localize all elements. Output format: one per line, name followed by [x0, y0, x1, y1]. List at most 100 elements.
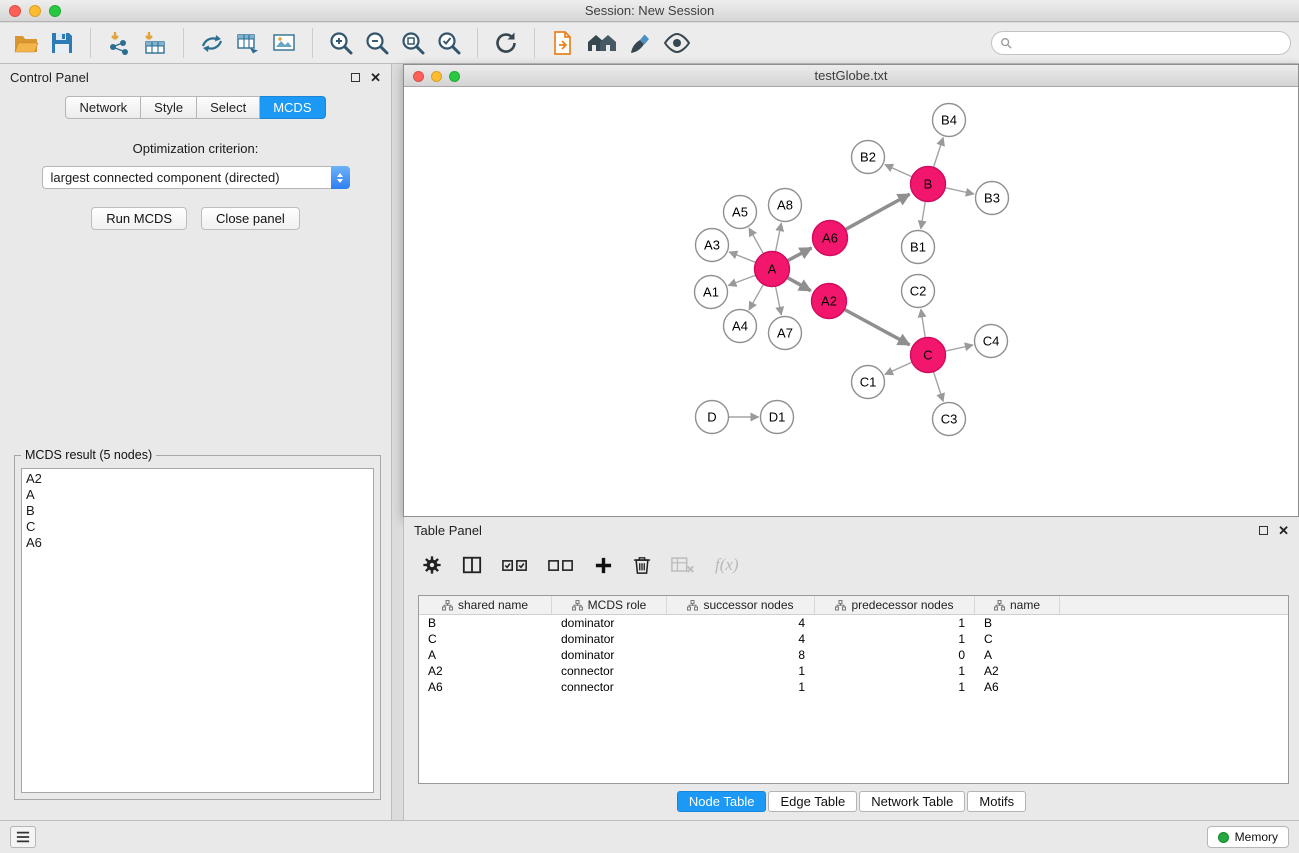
table-cell[interactable]: 1: [815, 680, 975, 694]
network-edge[interactable]: [749, 228, 763, 253]
column-header[interactable]: MCDS role: [552, 596, 667, 614]
table-cell[interactable]: connector: [552, 664, 667, 678]
delete-column-icon[interactable]: [633, 555, 651, 575]
tab-select[interactable]: Select: [197, 96, 260, 119]
table-cell[interactable]: A: [975, 648, 1060, 662]
network-canvas-svg[interactable]: B4B2BB3A5A8A6B1A3AC2A1A2A4A7CC4C1C3DD1: [404, 87, 1298, 516]
network-node-A3[interactable]: A3: [696, 229, 729, 262]
tab-network[interactable]: Network: [65, 96, 141, 119]
network-edge[interactable]: [946, 345, 973, 351]
tab-network-table[interactable]: Network Table: [859, 791, 965, 812]
open-session-icon[interactable]: [11, 28, 41, 58]
tab-edge-table[interactable]: Edge Table: [768, 791, 857, 812]
network-node-A4[interactable]: A4: [724, 310, 757, 343]
task-history-button[interactable]: [10, 826, 36, 848]
zoom-network-window-button[interactable]: [449, 71, 460, 82]
close-window-button[interactable]: [9, 5, 21, 17]
table-cell[interactable]: A6: [975, 680, 1060, 694]
mcds-result-item[interactable]: B: [22, 503, 373, 519]
minimize-window-button[interactable]: [29, 5, 41, 17]
search-box[interactable]: [991, 31, 1291, 55]
network-node-D1[interactable]: D1: [761, 401, 794, 434]
network-edge[interactable]: [885, 165, 912, 177]
new-table-icon[interactable]: [233, 28, 263, 58]
table-row[interactable]: A6connector11A6: [419, 679, 1288, 695]
zoom-out-icon[interactable]: [362, 28, 392, 58]
table-cell[interactable]: dominator: [552, 632, 667, 646]
select-all-icon[interactable]: [502, 558, 528, 573]
table-cell[interactable]: 0: [815, 648, 975, 662]
network-node-C2[interactable]: C2: [902, 275, 935, 308]
close-panel-icon[interactable]: ✕: [370, 71, 381, 84]
network-edge[interactable]: [729, 252, 755, 262]
column-header[interactable]: shared name: [419, 596, 552, 614]
tab-node-table[interactable]: Node Table: [677, 791, 767, 812]
float-panel-icon[interactable]: [351, 73, 360, 82]
mcds-result-item[interactable]: C: [22, 519, 373, 535]
network-edge[interactable]: [846, 194, 910, 229]
close-table-panel-icon[interactable]: ✕: [1278, 524, 1289, 537]
node-table[interactable]: shared nameMCDS rolesuccessor nodesprede…: [418, 595, 1289, 784]
network-node-A[interactable]: A: [755, 252, 790, 287]
table-row[interactable]: Cdominator41C: [419, 631, 1288, 647]
table-row[interactable]: Adominator80A: [419, 647, 1288, 663]
table-cell[interactable]: B: [975, 616, 1060, 630]
network-node-A6[interactable]: A6: [813, 221, 848, 256]
style-brush-icon[interactable]: [626, 28, 656, 58]
search-input[interactable]: [1017, 36, 1282, 50]
table-cell[interactable]: 1: [815, 616, 975, 630]
table-cell[interactable]: 8: [667, 648, 815, 662]
zoom-in-icon[interactable]: [326, 28, 356, 58]
table-cell[interactable]: 4: [667, 616, 815, 630]
table-cell[interactable]: dominator: [552, 616, 667, 630]
optimization-dropdown[interactable]: largest connected component (directed): [42, 166, 350, 189]
table-cell[interactable]: B: [419, 616, 552, 630]
table-cell[interactable]: 1: [667, 664, 815, 678]
network-edge[interactable]: [946, 188, 974, 194]
mcds-result-item[interactable]: A2: [22, 471, 373, 487]
network-canvas[interactable]: B4B2BB3A5A8A6B1A3AC2A1A2A4A7CC4C1C3DD1: [404, 87, 1298, 516]
network-edge[interactable]: [788, 278, 811, 291]
tab-style[interactable]: Style: [141, 96, 197, 119]
network-node-B2[interactable]: B2: [852, 141, 885, 174]
network-node-A2[interactable]: A2: [812, 284, 847, 319]
network-node-C1[interactable]: C1: [852, 366, 885, 399]
table-cell[interactable]: A6: [419, 680, 552, 694]
zoom-fit-icon[interactable]: [398, 28, 428, 58]
import-network-icon[interactable]: [104, 28, 134, 58]
network-window-titlebar[interactable]: testGlobe.txt: [404, 65, 1298, 87]
save-session-icon[interactable]: [47, 28, 77, 58]
add-column-icon[interactable]: [594, 556, 613, 575]
export-document-icon[interactable]: [548, 28, 578, 58]
table-cell[interactable]: A2: [975, 664, 1060, 678]
network-node-A5[interactable]: A5: [724, 196, 757, 229]
apply-layout-icon[interactable]: [491, 28, 521, 58]
table-row[interactable]: A2connector11A2: [419, 663, 1288, 679]
table-cell[interactable]: C: [975, 632, 1060, 646]
network-edge[interactable]: [788, 248, 812, 261]
network-node-C4[interactable]: C4: [975, 325, 1008, 358]
deselect-all-icon[interactable]: [548, 558, 574, 573]
network-edge[interactable]: [728, 275, 755, 285]
network-edge[interactable]: [934, 372, 944, 401]
network-edge[interactable]: [934, 138, 944, 167]
eye-icon[interactable]: [662, 28, 692, 58]
network-node-C[interactable]: C: [911, 338, 946, 373]
column-header[interactable]: name: [975, 596, 1060, 614]
home-icon[interactable]: [584, 28, 620, 58]
memory-button[interactable]: Memory: [1207, 826, 1289, 848]
table-cell[interactable]: A: [419, 648, 552, 662]
close-panel-button[interactable]: Close panel: [201, 207, 300, 230]
table-cell[interactable]: dominator: [552, 648, 667, 662]
tab-motifs[interactable]: Motifs: [967, 791, 1026, 812]
mcds-result-item[interactable]: A6: [22, 535, 373, 551]
network-node-D[interactable]: D: [696, 401, 729, 434]
network-node-A1[interactable]: A1: [695, 276, 728, 309]
network-node-B3[interactable]: B3: [976, 182, 1009, 215]
network-node-C3[interactable]: C3: [933, 403, 966, 436]
network-edge[interactable]: [749, 285, 763, 310]
network-edge[interactable]: [885, 362, 912, 374]
zoom-selected-icon[interactable]: [434, 28, 464, 58]
table-cell[interactable]: 1: [815, 632, 975, 646]
minimize-network-window-button[interactable]: [431, 71, 442, 82]
